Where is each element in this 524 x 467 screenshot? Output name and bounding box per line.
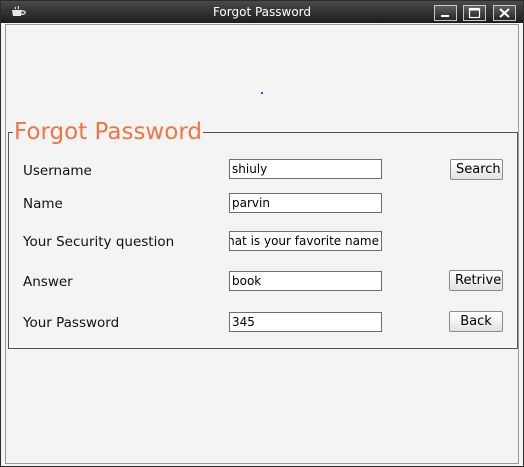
- security-question-label: Your Security question: [23, 234, 175, 250]
- answer-field[interactable]: book: [229, 271, 382, 291]
- answer-label: Answer: [23, 274, 73, 290]
- title-bar[interactable]: Forgot Password: [1, 1, 523, 23]
- close-icon: [499, 8, 510, 18]
- minimize-button[interactable]: [434, 5, 457, 21]
- password-label: Your Password: [23, 315, 120, 331]
- content-pane: Forgot Password Username shiuly Search N…: [5, 24, 519, 464]
- password-field[interactable]: 345: [229, 312, 382, 332]
- close-button[interactable]: [493, 5, 516, 21]
- maximize-icon: [468, 7, 481, 19]
- security-question-field[interactable]: What is your favorite name?: [229, 231, 382, 251]
- stray-dot: [261, 92, 263, 94]
- app-window: Forgot Password Forgot Password Username…: [0, 0, 524, 467]
- back-button[interactable]: Back: [449, 311, 503, 332]
- panel-legend: Forgot Password: [14, 119, 202, 145]
- username-field[interactable]: shiuly: [229, 159, 382, 179]
- minimize-icon: [441, 15, 449, 17]
- maximize-button[interactable]: [463, 5, 486, 21]
- username-label: Username: [23, 163, 92, 179]
- search-button[interactable]: Search: [450, 159, 503, 180]
- name-field[interactable]: parvin: [229, 193, 382, 213]
- name-label: Name: [23, 196, 63, 212]
- retrive-button[interactable]: Retrive: [449, 270, 503, 291]
